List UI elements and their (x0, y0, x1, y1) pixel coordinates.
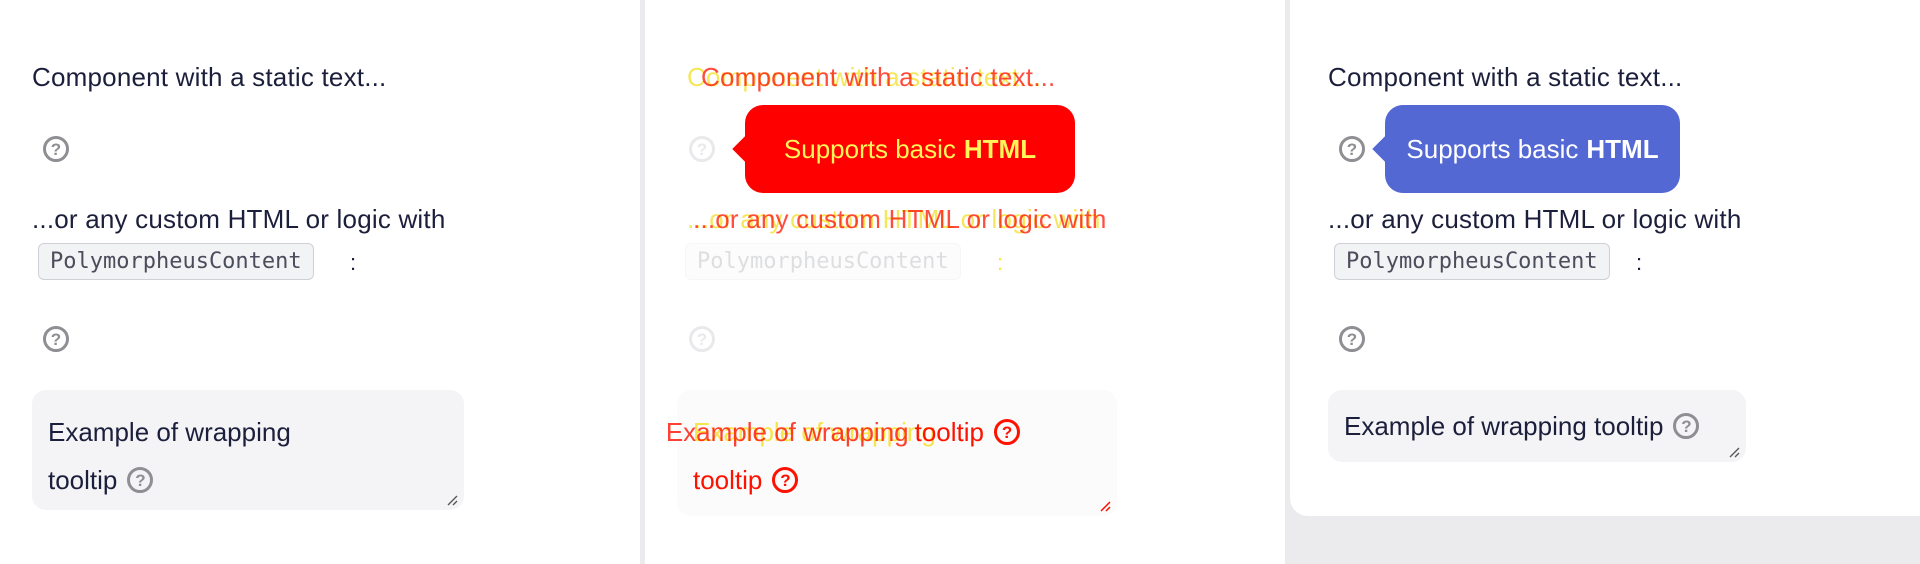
resize-handle-icon[interactable] (446, 494, 458, 506)
code-chip: PolymorpheusContent (685, 243, 961, 280)
help-icon[interactable]: ? (43, 136, 69, 162)
panel-left: Component with a static text... ? ...or … (0, 0, 640, 564)
tooltip-arrow (1372, 136, 1398, 162)
tooltip-bold-text: HTML (963, 133, 1037, 164)
help-icon[interactable]: ? (1673, 413, 1700, 439)
help-icon[interactable]: ? (1339, 136, 1365, 162)
colon-text: : (997, 250, 1004, 275)
help-icon[interactable]: ? (127, 467, 154, 493)
wrapping-textarea[interactable]: Example of wrapping tooltip ? (32, 390, 464, 510)
wrap-line-suffix: tooltip (914, 417, 985, 447)
tooltip: Supports basic HTML (1372, 105, 1680, 193)
tooltip-bold-text: HTML (1586, 133, 1659, 164)
wrapping-textarea[interactable]: Example of wrapping tooltip ? (1328, 390, 1746, 462)
tooltip-arrow (732, 136, 758, 162)
custom-text-overlay: ...or any custom HTML or logic with (693, 204, 1107, 234)
tooltip: Supports basic HTML (732, 105, 1075, 193)
code-chip: PolymorpheusContent (38, 243, 314, 280)
colon-text: : (1636, 250, 1643, 275)
wrap-line: Example of wrapping (48, 417, 291, 447)
panel-middle: Component with a static text... Componen… (645, 0, 1285, 564)
custom-text-label: ...or any custom HTML or logic with (32, 204, 446, 234)
custom-text-label: ...or any custom HTML or logic with (1328, 204, 1742, 234)
wrap-line: tooltip ? (48, 456, 446, 504)
wrap-line: Example of wrapping tooltip ? (1344, 402, 1728, 450)
tooltip-text: Supports basic (783, 133, 956, 164)
static-text-label: Component with a static text... (32, 62, 387, 92)
code-chip: PolymorpheusContent (1334, 243, 1610, 280)
help-icon[interactable]: ? (1339, 326, 1365, 352)
wrapping-textarea[interactable]: Example of wrapping Example of wrapping … (666, 390, 1117, 516)
help-icon[interactable]: ? (994, 419, 1021, 445)
colon-text: : (350, 250, 357, 275)
static-text-label: Component with a static text... (1328, 62, 1683, 92)
wrap-line: Example of wrapping Example of wrapping … (666, 408, 1099, 456)
help-icon[interactable]: ? (689, 326, 715, 352)
panel-right: Component with a static text... ? Suppor… (1290, 0, 1920, 516)
resize-handle-icon[interactable] (1728, 446, 1740, 458)
help-icon[interactable]: ? (772, 467, 799, 493)
wrap-line: tooltip ? (693, 456, 1099, 504)
tooltip-text: Supports basic (1406, 133, 1579, 164)
resize-handle-icon[interactable] (1099, 500, 1111, 512)
help-icon[interactable]: ? (689, 136, 715, 162)
wrap-line-overlay: Example of wrapping (665, 417, 909, 447)
static-text-overlay: Component with a static text... (701, 62, 1056, 92)
help-icon[interactable]: ? (43, 326, 69, 352)
